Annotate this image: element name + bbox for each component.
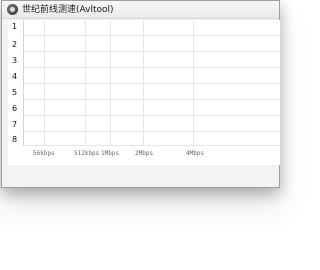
row-label: 7 [12,120,18,129]
grid-lines [24,20,281,146]
row-label: 3 [12,56,18,65]
app-logo-icon [7,4,18,15]
row-label: 2 [12,40,18,49]
speed-axis: 56kbps 512kbps 1Mbps 2Mbps 4Mbps [8,150,280,162]
axis-label: 4Mbps [186,150,205,157]
axis-label: 1Mbps [101,150,120,157]
row-label: 4 [12,72,18,81]
row-label: 6 [12,104,18,113]
axis-label: 2Mbps [135,150,154,157]
row-label: 1 [12,22,18,31]
speed-grid [23,20,281,146]
row-label: 5 [12,88,18,97]
window-title: 世纪前线测速(Avltool) [22,5,114,15]
status-strip [2,166,279,187]
speed-test-panel: 1 2 3 4 5 6 7 8 56kbps 512kbps 1Mbps 2Mb… [8,20,281,165]
row-label: 8 [12,135,18,144]
app-window: 世纪前线测速(Avltool) 1 2 3 4 5 6 7 8 56kbps 5… [1,0,281,188]
title-bar[interactable]: 世纪前线测速(Avltool) [2,1,279,19]
axis-label: 56kbps [33,150,55,157]
axis-label: 512kbps [74,150,100,157]
